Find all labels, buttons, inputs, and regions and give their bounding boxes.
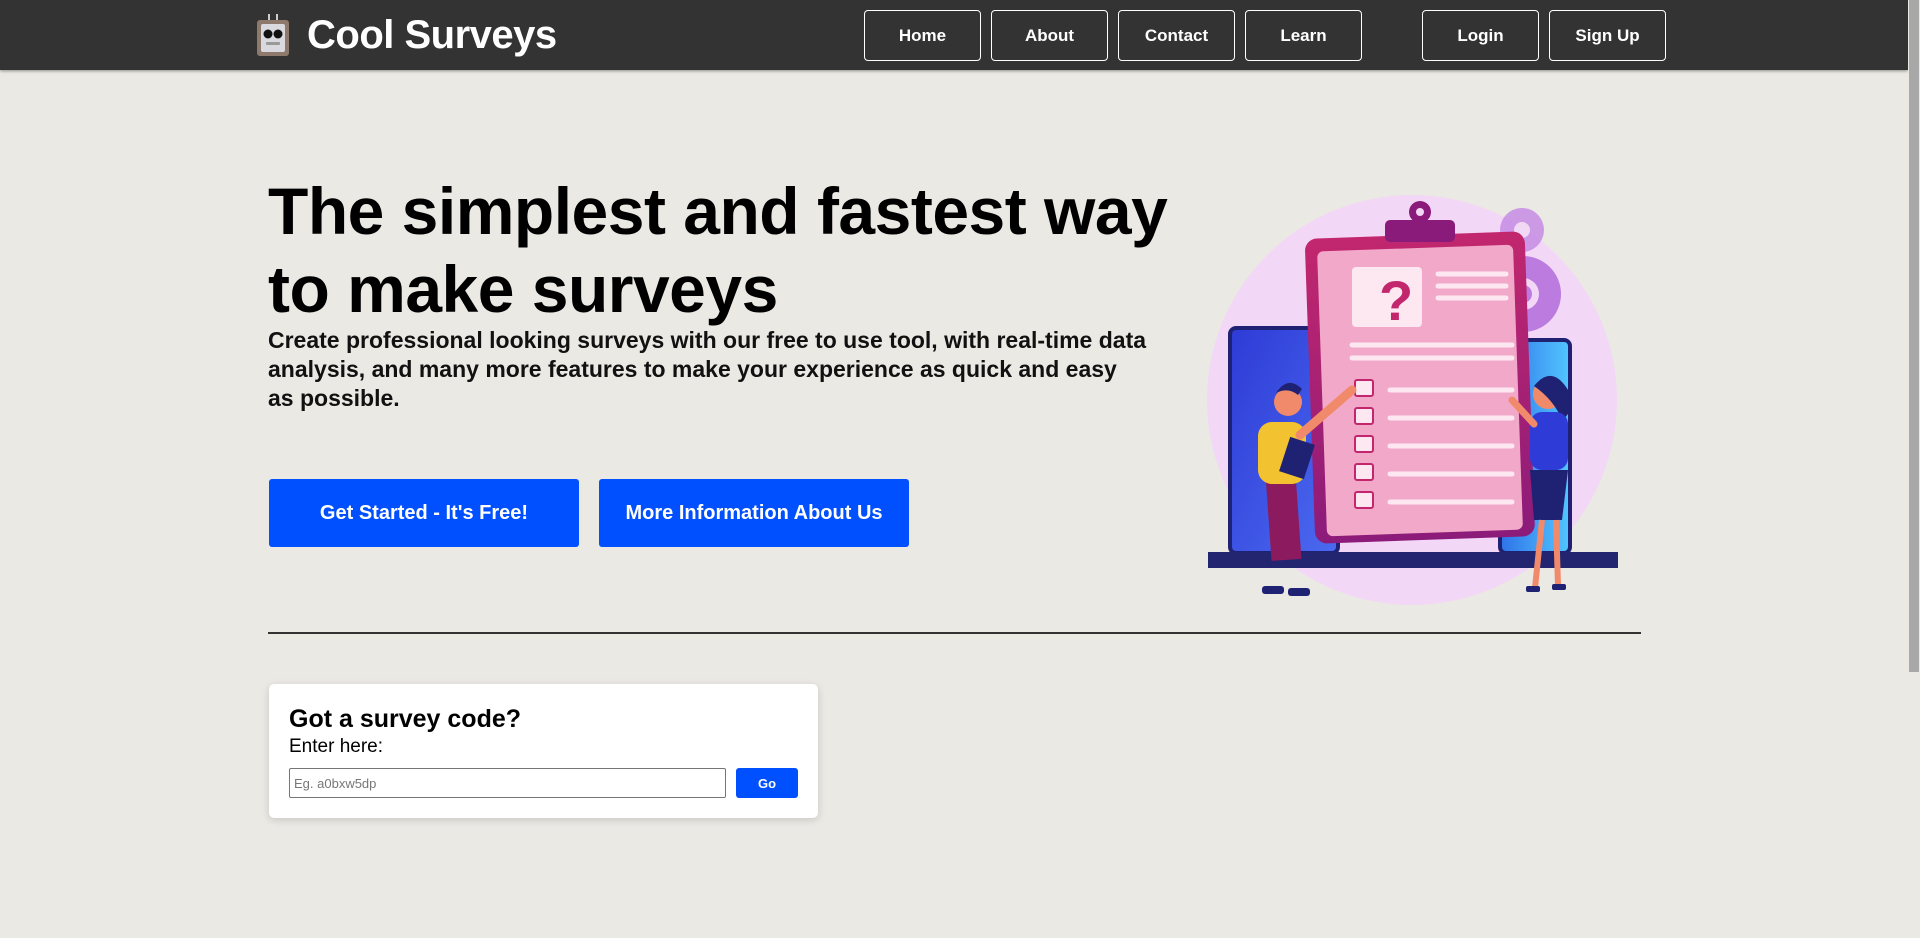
go-button[interactable]: Go: [736, 768, 798, 798]
more-info-button[interactable]: More Information About Us: [599, 479, 909, 547]
hero-title-line-1: The simplest and fastest way: [268, 174, 1168, 248]
brand[interactable]: Cool Surveys: [255, 12, 557, 58]
survey-illustration: ?: [1207, 195, 1618, 605]
get-started-button[interactable]: Get Started - It's Free!: [269, 479, 579, 547]
nav-home-button[interactable]: Home: [864, 10, 981, 61]
robot-logo-icon: [257, 14, 289, 56]
signup-button[interactable]: Sign Up: [1549, 10, 1666, 61]
survey-code-card: Got a survey code? Enter here: Go: [269, 684, 818, 818]
clipboard-clip: [1385, 220, 1455, 242]
survey-code-title: Got a survey code?: [289, 705, 522, 733]
survey-code-label: Enter here:: [289, 736, 383, 757]
hero-subtitle: Create professional looking surveys with…: [268, 327, 1147, 411]
brand-name: Cool Surveys: [307, 12, 557, 57]
section-divider: [268, 632, 1641, 634]
nav-learn-button[interactable]: Learn: [1245, 10, 1362, 61]
hero-title-line-2: to make surveys: [268, 252, 778, 326]
nav-about-button[interactable]: About: [991, 10, 1108, 61]
top-navbar: Cool Surveys Home About Contact Learn Lo…: [0, 0, 1908, 70]
hero-title: The simplest and fastest way to make sur…: [268, 172, 1168, 328]
nav-contact-button[interactable]: Contact: [1118, 10, 1235, 61]
question-mark: ?: [1379, 269, 1413, 332]
login-button[interactable]: Login: [1422, 10, 1539, 61]
page-scrollbar[interactable]: [1908, 0, 1920, 938]
scrollbar-thumb[interactable]: [1909, 0, 1919, 672]
survey-code-input[interactable]: [289, 768, 726, 798]
